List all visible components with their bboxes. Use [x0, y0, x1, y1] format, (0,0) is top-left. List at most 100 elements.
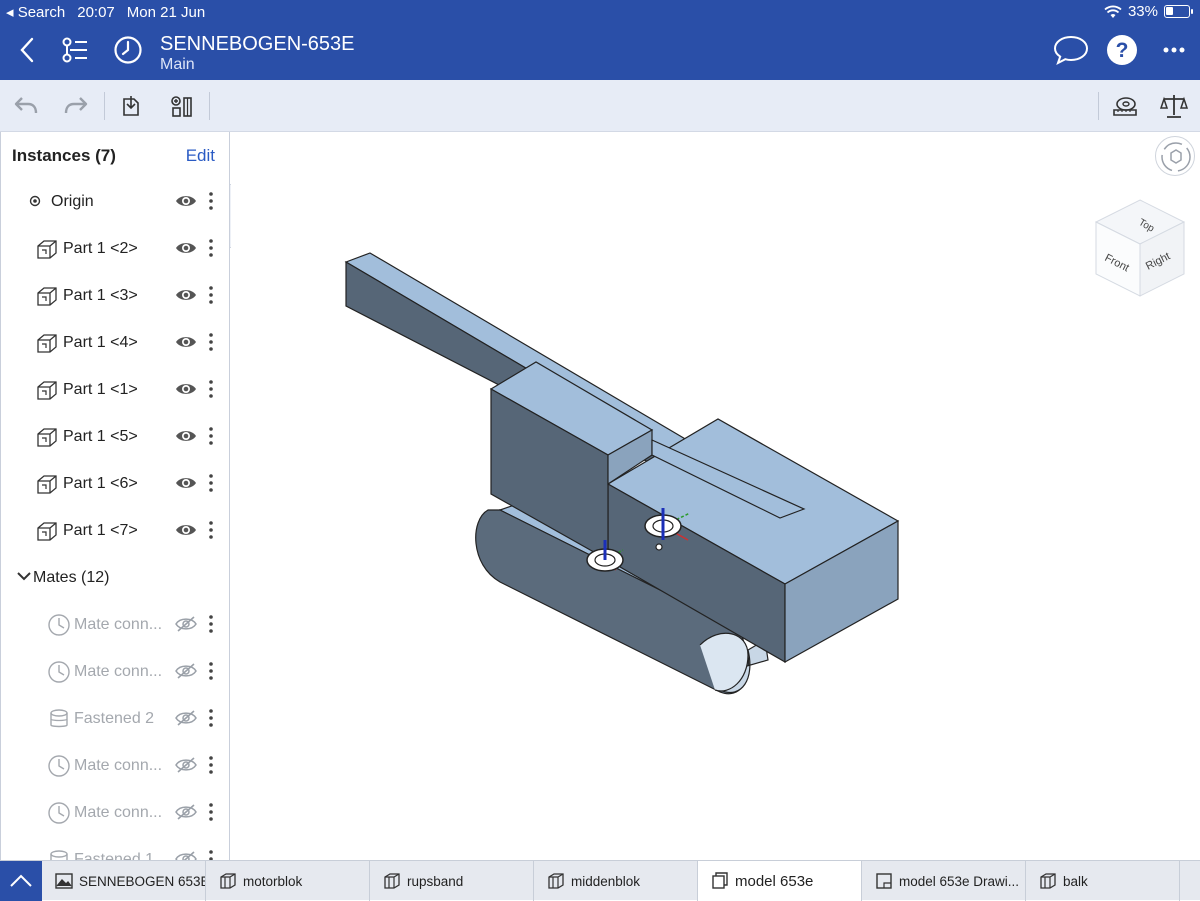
- kebab-menu-icon[interactable]: [205, 425, 217, 447]
- history-button[interactable]: [110, 32, 146, 68]
- document-tab[interactable]: model 653e: [698, 861, 862, 901]
- redo-button[interactable]: [60, 90, 92, 122]
- status-time: 20:07: [77, 3, 115, 21]
- workspace-name: Main: [160, 56, 195, 73]
- kebab-menu-icon[interactable]: [205, 801, 217, 823]
- list-item-part[interactable]: Part 1 <7>: [1, 507, 229, 554]
- eye-icon[interactable]: [175, 381, 197, 397]
- help-icon: ?: [1107, 35, 1137, 65]
- comments-button[interactable]: [1052, 32, 1090, 68]
- assembly-model[interactable]: [231, 132, 1200, 860]
- mate-connector-icon: [171, 96, 192, 117]
- list-item-mate[interactable]: Mate conn...: [1, 601, 229, 648]
- toolbar: [0, 80, 1200, 132]
- list-item-mate[interactable]: Mate conn...: [1, 742, 229, 789]
- kebab-menu-icon[interactable]: [205, 848, 217, 860]
- redo-icon: [64, 97, 88, 114]
- instances-panel: Instances (7) Edit Origin Part 1 <2> Part…: [0, 132, 230, 860]
- measure-button[interactable]: [1108, 90, 1140, 122]
- list-item-part[interactable]: Part 1 <6>: [1, 460, 229, 507]
- mates-section-header[interactable]: Mates (12): [1, 554, 229, 601]
- list-item-mate[interactable]: Fastened 1: [1, 836, 229, 860]
- kebab-menu-icon[interactable]: [205, 472, 217, 494]
- eye-icon[interactable]: [175, 475, 197, 491]
- eye-icon[interactable]: [175, 193, 197, 209]
- document-tab[interactable]: rupsband: [370, 861, 534, 901]
- toolbar-divider: [1098, 92, 1099, 120]
- list-item-mate[interactable]: Fastened 2: [1, 695, 229, 742]
- more-options-button[interactable]: [1156, 32, 1192, 68]
- panel-header: Instances (7) Edit: [1, 132, 229, 178]
- part-icon: [37, 334, 57, 353]
- kebab-menu-icon[interactable]: [205, 190, 217, 212]
- chevron-down-icon: [17, 572, 31, 581]
- list-item-part[interactable]: Part 1 <5>: [1, 413, 229, 460]
- list-item-part[interactable]: Part 1 <3>: [1, 272, 229, 319]
- part-label: Part 1 <4>: [63, 334, 138, 351]
- view-cube[interactable]: Top Front Right: [1090, 196, 1190, 300]
- eye-icon[interactable]: [175, 287, 197, 303]
- kebab-menu-icon[interactable]: [205, 519, 217, 541]
- kebab-menu-icon[interactable]: [205, 613, 217, 635]
- list-item-part[interactable]: Part 1 <2>: [1, 225, 229, 272]
- drawing-tab-icon: [876, 873, 892, 889]
- mates-title: Mates (12): [33, 569, 110, 586]
- mate-tools-button[interactable]: [166, 90, 198, 122]
- feature-tree-button[interactable]: [56, 32, 92, 68]
- tab-label: middenblok: [571, 873, 641, 889]
- tabs-toggle-button[interactable]: [0, 861, 42, 901]
- document-tab[interactable]: motorblok: [206, 861, 370, 901]
- list-item-origin[interactable]: Origin: [1, 178, 229, 225]
- kebab-menu-icon[interactable]: [205, 754, 217, 776]
- help-button[interactable]: ?: [1104, 32, 1140, 68]
- document-title: SENNEBOGEN-653E: [160, 33, 355, 55]
- tape-measure-icon: [1113, 97, 1137, 116]
- kebab-menu-icon[interactable]: [205, 378, 217, 400]
- eye-hidden-icon[interactable]: [175, 757, 197, 773]
- list-item-part[interactable]: Part 1 <1>: [1, 366, 229, 413]
- insert-part-button[interactable]: [115, 90, 147, 122]
- eye-icon[interactable]: [175, 240, 197, 256]
- kebab-menu-icon[interactable]: [205, 237, 217, 259]
- mate-label: Fastened 1: [74, 851, 155, 860]
- eye-icon[interactable]: [175, 522, 197, 538]
- back-button[interactable]: [10, 32, 46, 68]
- chevron-up-icon: [10, 874, 32, 887]
- eye-hidden-icon[interactable]: [175, 804, 197, 820]
- part-label: Part 1 <2>: [63, 240, 138, 257]
- list-item-mate[interactable]: Mate conn...: [1, 648, 229, 695]
- document-tab[interactable]: SENNEBOGEN 653E: [42, 861, 206, 901]
- orbit-view-button[interactable]: [1155, 136, 1195, 176]
- scale-balance-icon: [1160, 95, 1188, 118]
- eye-hidden-icon[interactable]: [175, 710, 197, 726]
- eye-hidden-icon[interactable]: [175, 616, 197, 632]
- document-tab[interactable]: model 653e Drawi...: [862, 861, 1026, 901]
- status-bar: ◂ Search 20:07 Mon 21 Jun 33%: [0, 0, 1200, 22]
- tab-label: SENNEBOGEN 653E: [79, 873, 206, 889]
- part-studio-tab-icon: [384, 873, 400, 889]
- tab-label: model 653e Drawi...: [899, 873, 1020, 889]
- eye-icon[interactable]: [175, 428, 197, 444]
- kebab-menu-icon[interactable]: [205, 660, 217, 682]
- tab-label: model 653e: [735, 872, 814, 890]
- wifi-icon: [1104, 5, 1122, 18]
- part-studio-tab-icon: [1040, 873, 1056, 889]
- undo-button[interactable]: [10, 90, 42, 122]
- model-viewport[interactable]: [231, 132, 1200, 860]
- list-item-mate[interactable]: Mate conn...: [1, 789, 229, 836]
- eye-hidden-icon[interactable]: [175, 851, 197, 860]
- document-tab[interactable]: middenblok: [534, 861, 698, 901]
- back-to-search-link[interactable]: ◂ Search: [6, 3, 65, 21]
- kebab-menu-icon[interactable]: [205, 284, 217, 306]
- edit-button[interactable]: Edit: [186, 146, 215, 166]
- part-studio-tab-icon: [548, 873, 564, 889]
- document-tabs: SENNEBOGEN 653E motorblok rupsband middenbl…: [0, 860, 1200, 901]
- mate-label: Mate conn...: [74, 616, 163, 633]
- eye-icon[interactable]: [175, 334, 197, 350]
- mass-properties-button[interactable]: [1158, 90, 1190, 122]
- kebab-menu-icon[interactable]: [205, 331, 217, 353]
- list-item-part[interactable]: Part 1 <4>: [1, 319, 229, 366]
- document-tab[interactable]: balk: [1026, 861, 1180, 901]
- eye-hidden-icon[interactable]: [175, 663, 197, 679]
- kebab-menu-icon[interactable]: [205, 707, 217, 729]
